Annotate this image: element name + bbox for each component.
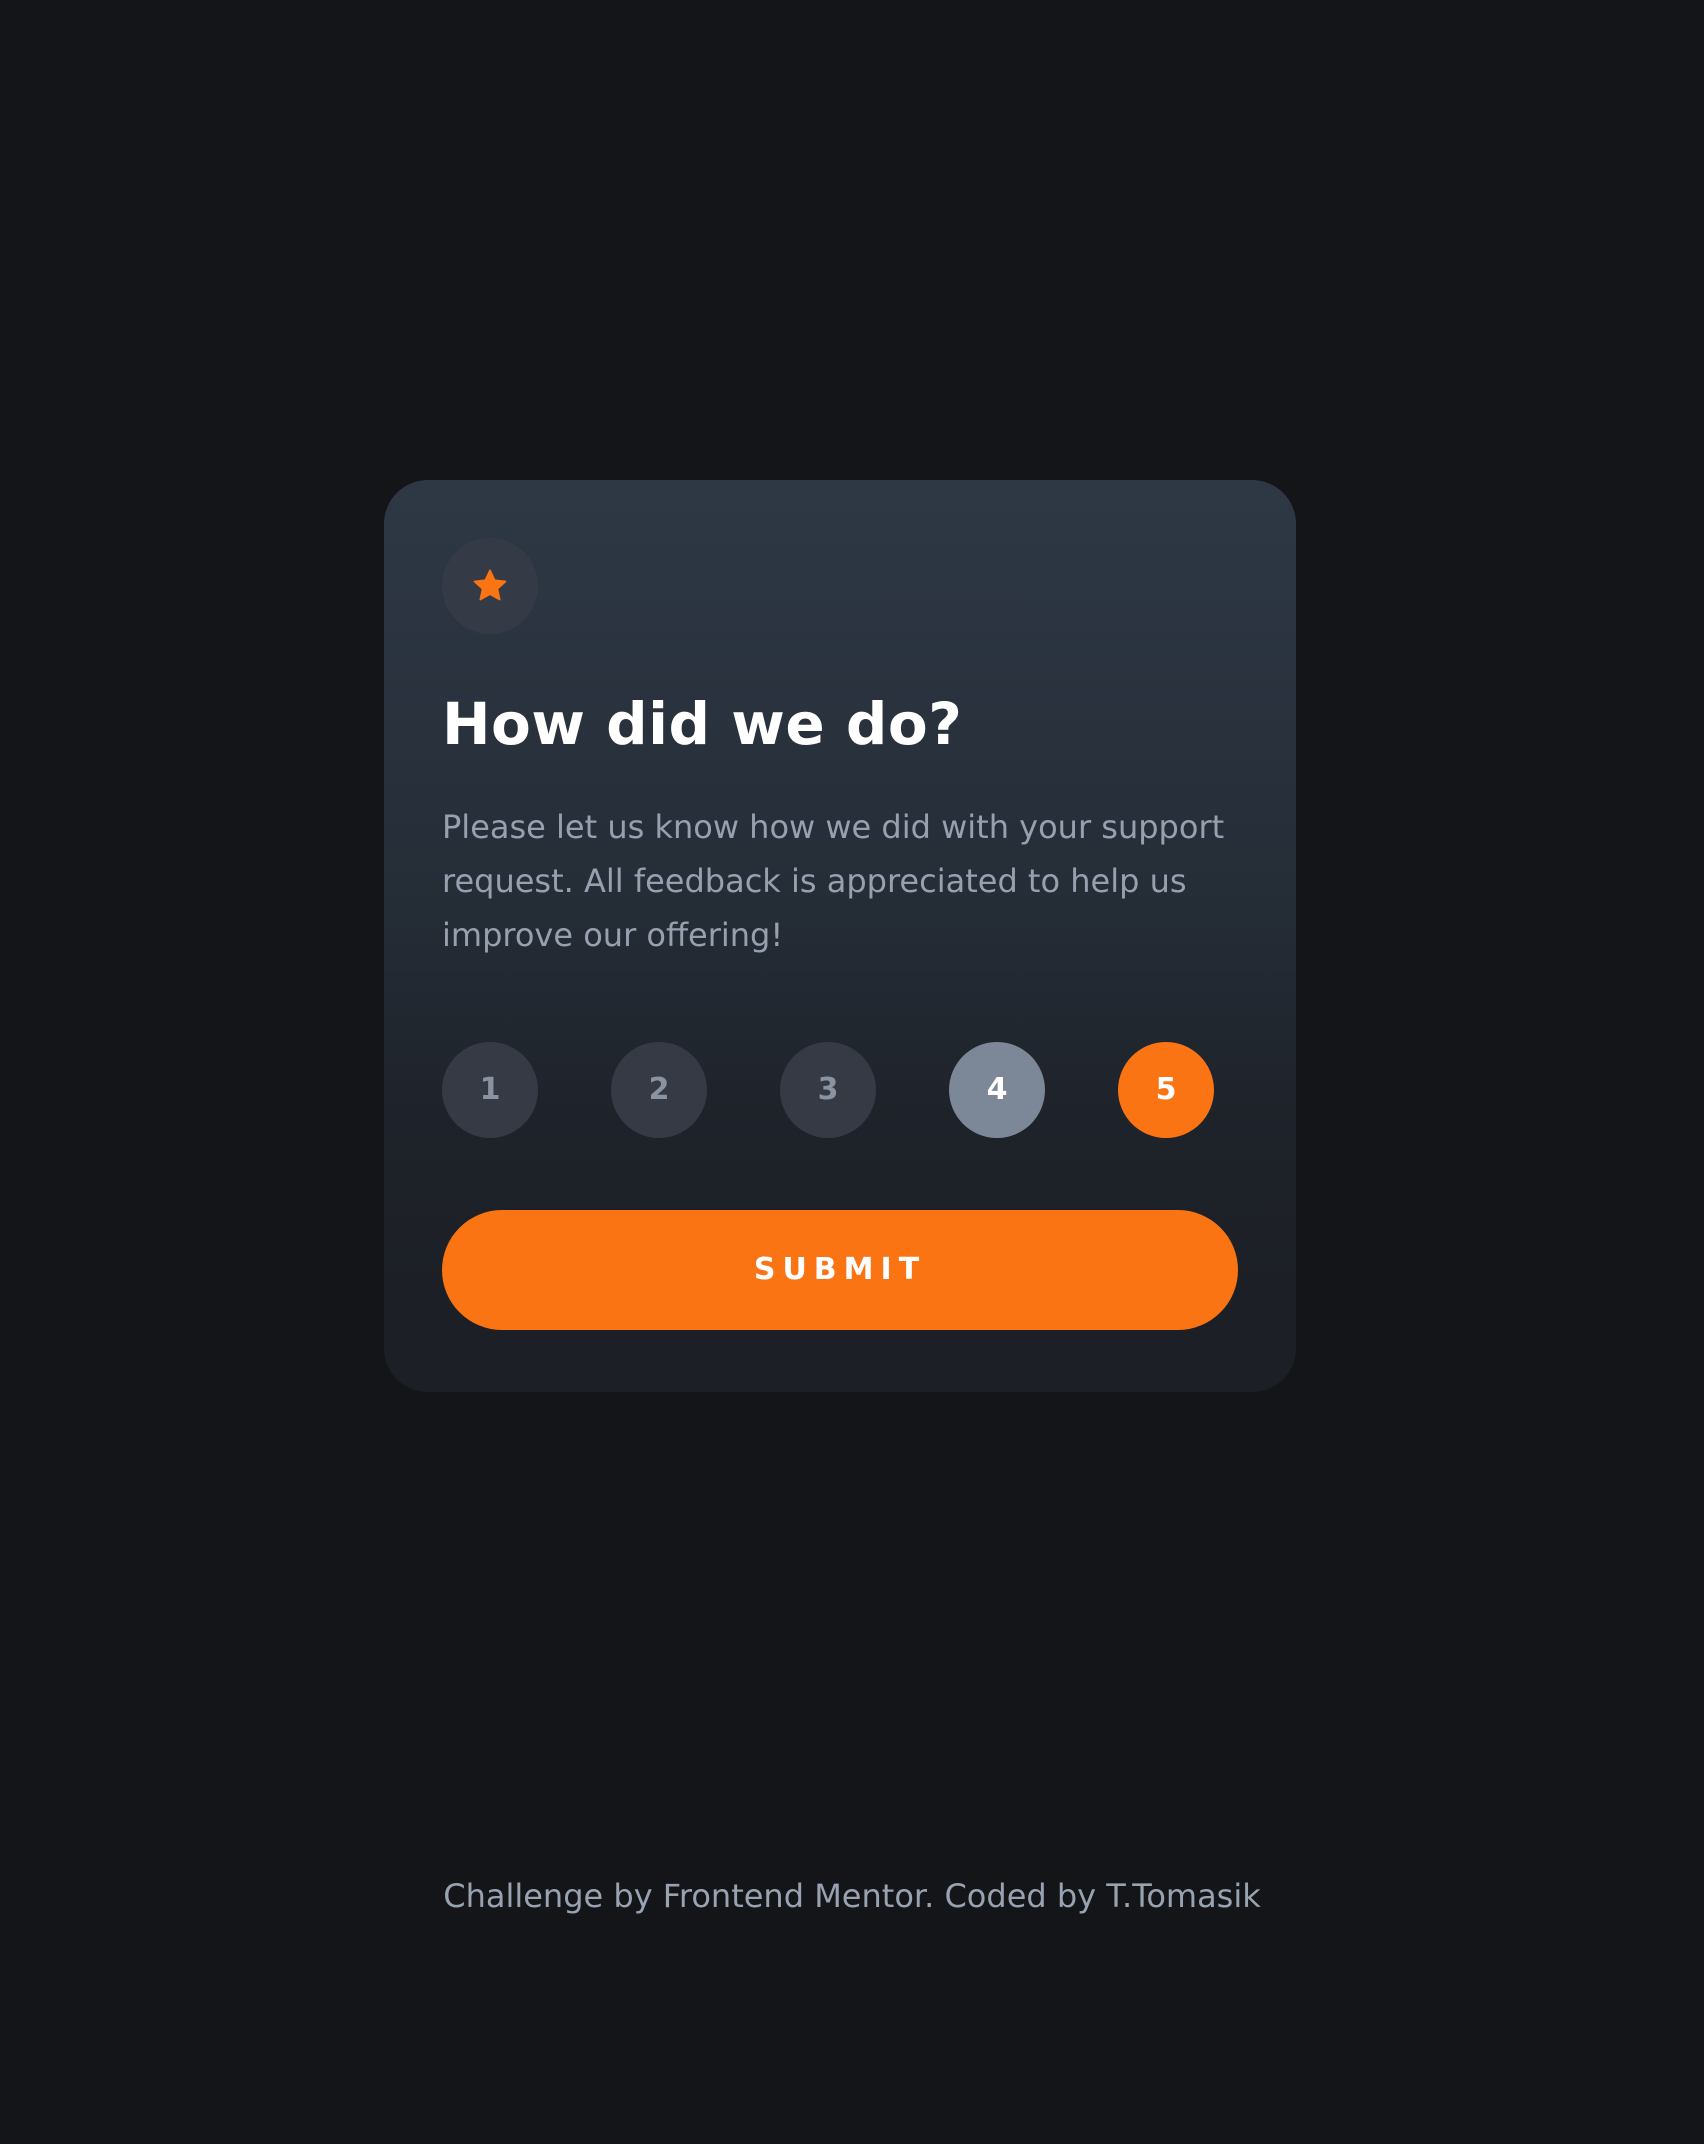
card-description: Please let us know how we did with your … bbox=[442, 807, 1225, 954]
card-title: How did we do? bbox=[442, 690, 963, 758]
rating-button-4[interactable]: 4 bbox=[949, 1041, 1045, 1138]
star-icon-badge bbox=[442, 538, 538, 634]
rating-card: How did we do? Please let us know how we… bbox=[384, 480, 1296, 1392]
rating-options: 1 2 3 4 5 bbox=[442, 1041, 1214, 1138]
footer-attribution: Challenge by Frontend Mentor. Coded by T… bbox=[443, 1877, 1261, 1915]
rating-button-2[interactable]: 2 bbox=[611, 1041, 707, 1138]
rating-button-3[interactable]: 3 bbox=[780, 1041, 876, 1138]
star-icon bbox=[473, 569, 507, 601]
submit-button[interactable]: SUBMIT bbox=[442, 1209, 1238, 1330]
rating-button-1[interactable]: 1 bbox=[442, 1041, 538, 1138]
rating-button-5[interactable]: 5 bbox=[1118, 1041, 1214, 1138]
